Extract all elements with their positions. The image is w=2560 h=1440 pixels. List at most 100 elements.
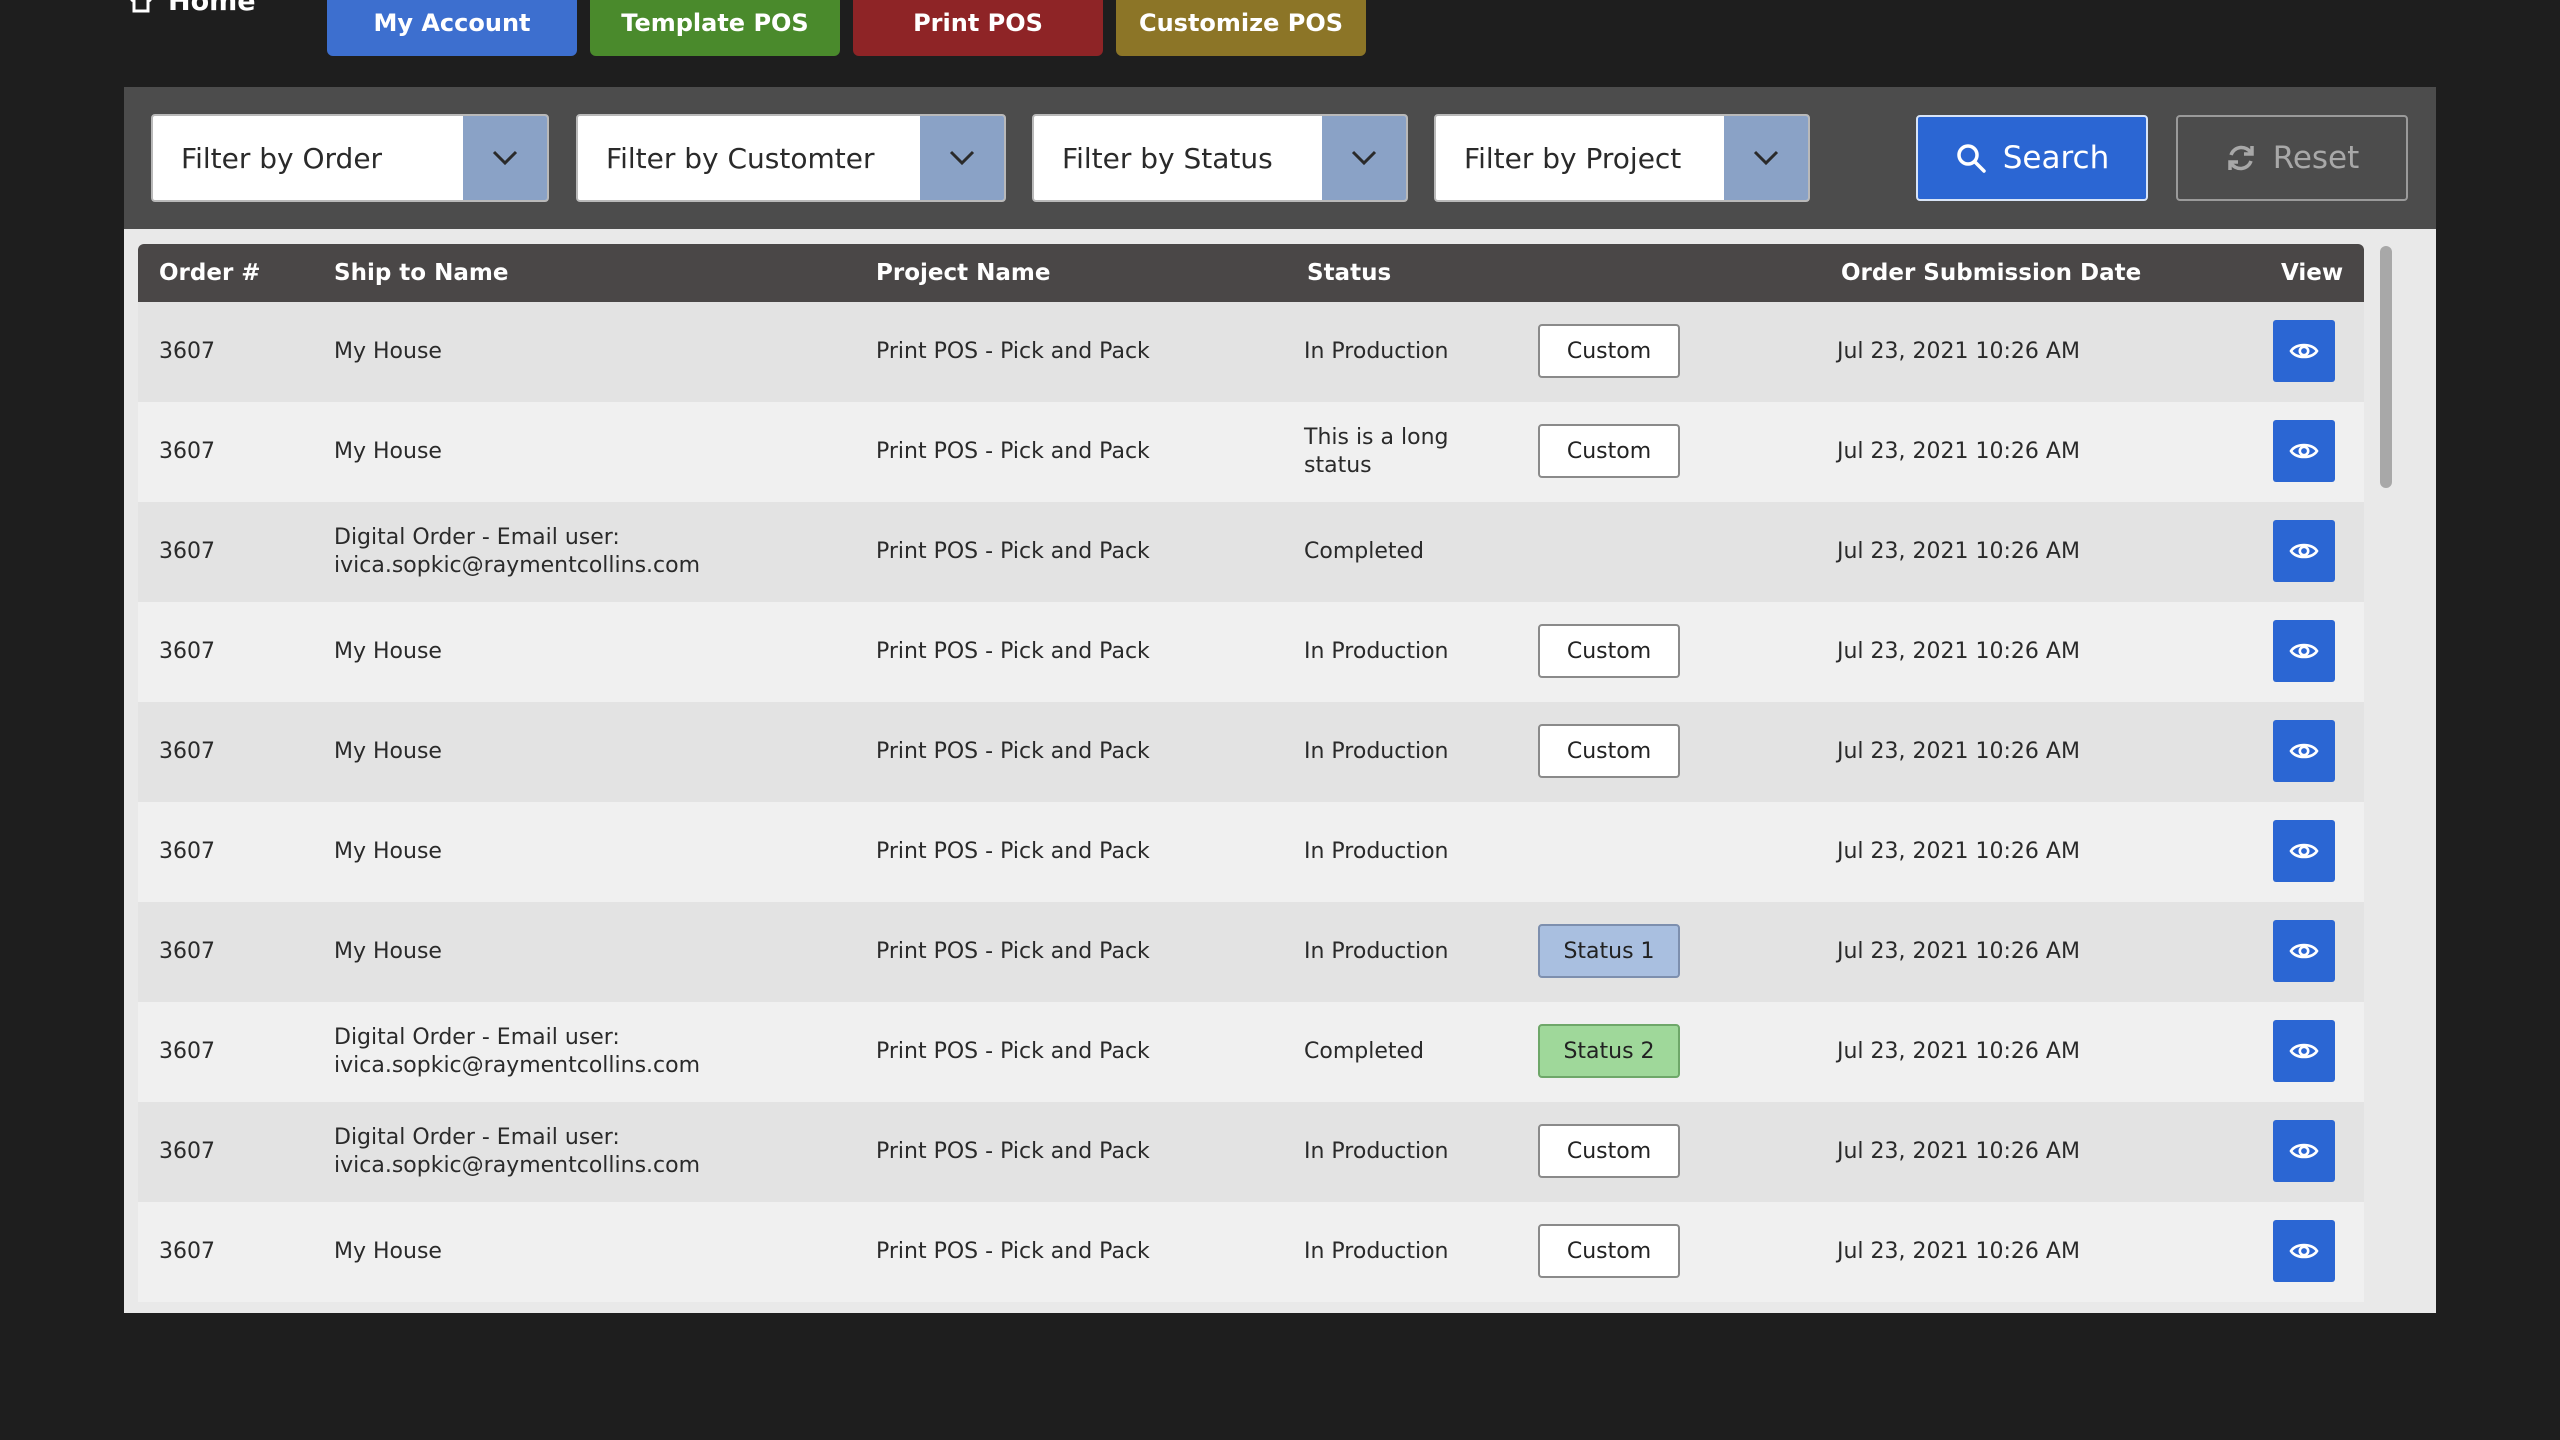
table-row: 3607 My House Print POS - Pick and Pack In … bbox=[138, 1202, 2364, 1302]
ship-to-name-cell: Digital Order - Email user: ivica.sopkic… bbox=[334, 1125, 701, 1178]
table-row: 3607 My House Print POS - Pick and Pack In … bbox=[138, 302, 2364, 402]
status-cell: In Production bbox=[1304, 1239, 1449, 1264]
submission-date-cell: Jul 23, 2021 10:26 AM bbox=[1837, 539, 2080, 564]
vertical-scrollbar[interactable] bbox=[2380, 244, 2394, 1310]
view-order-button[interactable] bbox=[2273, 320, 2335, 382]
column-header-view: View bbox=[2281, 260, 2344, 286]
status-cell: Completed bbox=[1304, 539, 1424, 564]
project-name-cell: Print POS - Pick and Pack bbox=[876, 839, 1150, 864]
order-number-cell: 3607 bbox=[159, 839, 215, 864]
filter-by-project-select[interactable]: Filter by Project bbox=[1434, 114, 1810, 202]
status-cell: This is a long status bbox=[1304, 425, 1449, 478]
ship-to-name-cell: My House bbox=[334, 439, 442, 464]
view-order-button[interactable] bbox=[2273, 520, 2335, 582]
filter-by-customer-select[interactable]: Filter by Customter bbox=[576, 114, 1006, 202]
home-link[interactable]: Home bbox=[128, 0, 256, 17]
status-badge: Custom bbox=[1538, 1224, 1680, 1278]
top-navigation: Home My Account Template POS Print POS C… bbox=[0, 0, 2560, 60]
filter-bar: Filter by Order Filter by Customter Filt… bbox=[124, 87, 2436, 229]
project-name-cell: Print POS - Pick and Pack bbox=[876, 339, 1150, 364]
submission-date-cell: Jul 23, 2021 10:26 AM bbox=[1837, 839, 2080, 864]
column-header-project[interactable]: Project Name bbox=[876, 244, 1050, 302]
eye-icon bbox=[2289, 740, 2319, 762]
table-row: 3607 Digital Order - Email user: ivica.so… bbox=[138, 502, 2364, 602]
status-cell: In Production bbox=[1304, 939, 1449, 964]
eye-icon bbox=[2289, 540, 2319, 562]
column-header-ship-to[interactable]: Ship to Name bbox=[334, 244, 508, 302]
ship-to-name-cell: My House bbox=[334, 1239, 442, 1264]
eye-icon bbox=[2289, 1040, 2319, 1062]
eye-icon bbox=[2289, 640, 2319, 662]
filter-by-status-label: Filter by Status bbox=[1062, 141, 1273, 175]
view-order-button[interactable] bbox=[2273, 720, 2335, 782]
status-cell: In Production bbox=[1304, 839, 1449, 864]
status-badge: Status 1 bbox=[1538, 924, 1680, 978]
view-order-button[interactable] bbox=[2273, 1020, 2335, 1082]
eye-icon bbox=[2289, 440, 2319, 462]
status-cell: In Production bbox=[1304, 1139, 1449, 1164]
eye-icon bbox=[2289, 340, 2319, 362]
view-order-button[interactable] bbox=[2273, 420, 2335, 482]
eye-icon bbox=[2289, 940, 2319, 962]
ship-to-name-cell: My House bbox=[334, 639, 442, 664]
project-name-cell: Print POS - Pick and Pack bbox=[876, 1239, 1150, 1264]
status-badge: Status 2 bbox=[1538, 1024, 1680, 1078]
status-cell: In Production bbox=[1304, 339, 1449, 364]
submission-date-cell: Jul 23, 2021 10:26 AM bbox=[1837, 439, 2080, 464]
view-order-button[interactable] bbox=[2273, 1220, 2335, 1282]
order-number-cell: 3607 bbox=[159, 1139, 215, 1164]
scrollbar-thumb[interactable] bbox=[2380, 246, 2392, 488]
ship-to-name-cell: My House bbox=[334, 339, 442, 364]
template-pos-button[interactable]: Template POS bbox=[590, 0, 840, 56]
status-cell: In Production bbox=[1304, 639, 1449, 664]
ship-to-name-cell: Digital Order - Email user: ivica.sopkic… bbox=[334, 525, 701, 578]
filter-by-customer-label: Filter by Customter bbox=[606, 141, 875, 175]
order-number-cell: 3607 bbox=[159, 739, 215, 764]
ship-to-name-cell: My House bbox=[334, 739, 442, 764]
column-header-order[interactable]: Order # bbox=[159, 244, 261, 302]
project-name-cell: Print POS - Pick and Pack bbox=[876, 939, 1150, 964]
order-number-cell: 3607 bbox=[159, 1239, 215, 1264]
view-order-button[interactable] bbox=[2273, 620, 2335, 682]
status-badge: Custom bbox=[1538, 624, 1680, 678]
status-cell: Completed bbox=[1304, 1039, 1424, 1064]
my-account-button[interactable]: My Account bbox=[327, 0, 577, 56]
eye-icon bbox=[2289, 840, 2319, 862]
search-icon bbox=[1956, 144, 1986, 173]
submission-date-cell: Jul 23, 2021 10:26 AM bbox=[1837, 939, 2080, 964]
filter-by-status-select[interactable]: Filter by Status bbox=[1032, 114, 1408, 202]
home-icon bbox=[130, 0, 152, 13]
project-name-cell: Print POS - Pick and Pack bbox=[876, 1139, 1150, 1164]
refresh-icon bbox=[2227, 145, 2254, 171]
search-button-label: Search bbox=[2002, 140, 2110, 176]
project-name-cell: Print POS - Pick and Pack bbox=[876, 439, 1150, 464]
chevron-down-icon bbox=[463, 116, 547, 200]
chevron-down-icon bbox=[1724, 116, 1808, 200]
column-header-date[interactable]: Order Submission Date bbox=[1841, 244, 2141, 302]
chevron-down-icon bbox=[920, 116, 1004, 200]
table-header: Order # Ship to Name Project Name Status… bbox=[138, 244, 2364, 302]
reset-button[interactable]: Reset bbox=[2176, 115, 2408, 201]
order-number-cell: 3607 bbox=[159, 1039, 215, 1064]
submission-date-cell: Jul 23, 2021 10:26 AM bbox=[1837, 1039, 2080, 1064]
search-button[interactable]: Search bbox=[1916, 115, 2148, 201]
print-pos-button[interactable]: Print POS bbox=[853, 0, 1103, 56]
eye-icon bbox=[2289, 1240, 2319, 1262]
orders-panel: Filter by Order Filter by Customter Filt… bbox=[124, 87, 2436, 1313]
project-name-cell: Print POS - Pick and Pack bbox=[876, 739, 1150, 764]
customize-pos-button[interactable]: Customize POS bbox=[1116, 0, 1366, 56]
filter-by-order-select[interactable]: Filter by Order bbox=[151, 114, 549, 202]
order-number-cell: 3607 bbox=[159, 939, 215, 964]
view-order-button[interactable] bbox=[2273, 920, 2335, 982]
project-name-cell: Print POS - Pick and Pack bbox=[876, 1039, 1150, 1064]
project-name-cell: Print POS - Pick and Pack bbox=[876, 539, 1150, 564]
ship-to-name-cell: My House bbox=[334, 839, 442, 864]
table-row: 3607 My House Print POS - Pick and Pack In … bbox=[138, 702, 2364, 802]
table-row: 3607 My House Print POS - Pick and Pack In … bbox=[138, 602, 2364, 702]
order-number-cell: 3607 bbox=[159, 639, 215, 664]
order-number-cell: 3607 bbox=[159, 539, 215, 564]
view-order-button[interactable] bbox=[2273, 1120, 2335, 1182]
view-order-button[interactable] bbox=[2273, 820, 2335, 882]
project-name-cell: Print POS - Pick and Pack bbox=[876, 639, 1150, 664]
column-header-status[interactable]: Status bbox=[1307, 244, 1391, 302]
